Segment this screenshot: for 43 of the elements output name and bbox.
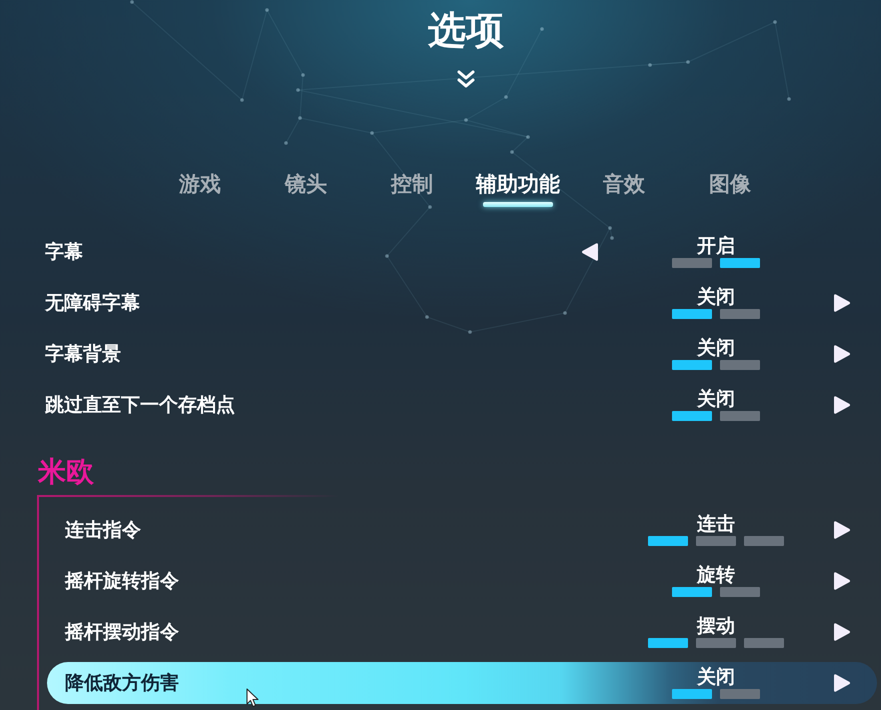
- setting-row[interactable]: 连击指令 连击: [47, 509, 877, 551]
- setting-row[interactable]: 无障碍字幕 关闭: [0, 277, 881, 328]
- tab-indicator: [483, 202, 553, 207]
- tab[interactable]: 游戏: [147, 169, 253, 209]
- setting-value: 旋转: [697, 565, 735, 585]
- setting-label: 摇杆摆动指令: [65, 620, 179, 644]
- tab[interactable]: 图像: [677, 169, 783, 209]
- right-arrow-icon[interactable]: [832, 342, 852, 364]
- section-title: 米欧: [38, 455, 94, 489]
- setting-row[interactable]: 降低敌方伤害 关闭: [47, 662, 877, 704]
- right-arrow-icon[interactable]: [832, 292, 852, 314]
- page-title: 选项: [428, 7, 504, 54]
- setting-label: 摇杆旋转指令: [65, 569, 179, 593]
- right-arrow-icon[interactable]: [832, 394, 852, 416]
- setting-label: 字幕: [45, 240, 83, 264]
- tab[interactable]: 镜头: [253, 169, 359, 209]
- setting-row[interactable]: 字幕背景 关闭: [0, 328, 881, 379]
- setting-label: 降低敌方伤害: [65, 671, 179, 695]
- setting-row[interactable]: 摇杆旋转指令 旋转: [47, 560, 877, 602]
- setting-value: 摆动: [697, 616, 735, 636]
- setting-row[interactable]: 字幕 开启: [0, 226, 881, 277]
- tab[interactable]: 音效: [571, 169, 677, 209]
- tab[interactable]: 辅助功能: [465, 169, 571, 209]
- setting-value: 关闭: [697, 286, 735, 306]
- setting-value: 连击: [697, 514, 735, 534]
- right-arrow-icon[interactable]: [832, 621, 852, 643]
- setting-row[interactable]: 摇杆摆动指令 摆动: [47, 611, 877, 653]
- setting-value: 关闭: [697, 338, 735, 358]
- right-arrow-icon[interactable]: [832, 672, 852, 694]
- setting-label: 连击指令: [65, 518, 141, 542]
- setting-value: 关闭: [697, 388, 735, 408]
- left-arrow-icon[interactable]: [580, 240, 600, 262]
- setting-value: 开启: [697, 236, 735, 256]
- right-arrow-icon[interactable]: [832, 570, 852, 592]
- setting-label: 跳过直至下一个存档点: [45, 392, 235, 416]
- tab[interactable]: 控制: [359, 169, 465, 209]
- cursor-icon: [246, 688, 259, 708]
- right-arrow-icon[interactable]: [832, 519, 852, 541]
- setting-label: 字幕背景: [45, 342, 121, 366]
- setting-label: 无障碍字幕: [45, 290, 140, 314]
- double-chevron-down-icon: [456, 70, 476, 88]
- setting-value: 关闭: [697, 667, 735, 687]
- setting-row[interactable]: 跳过直至下一个存档点 关闭: [0, 379, 881, 430]
